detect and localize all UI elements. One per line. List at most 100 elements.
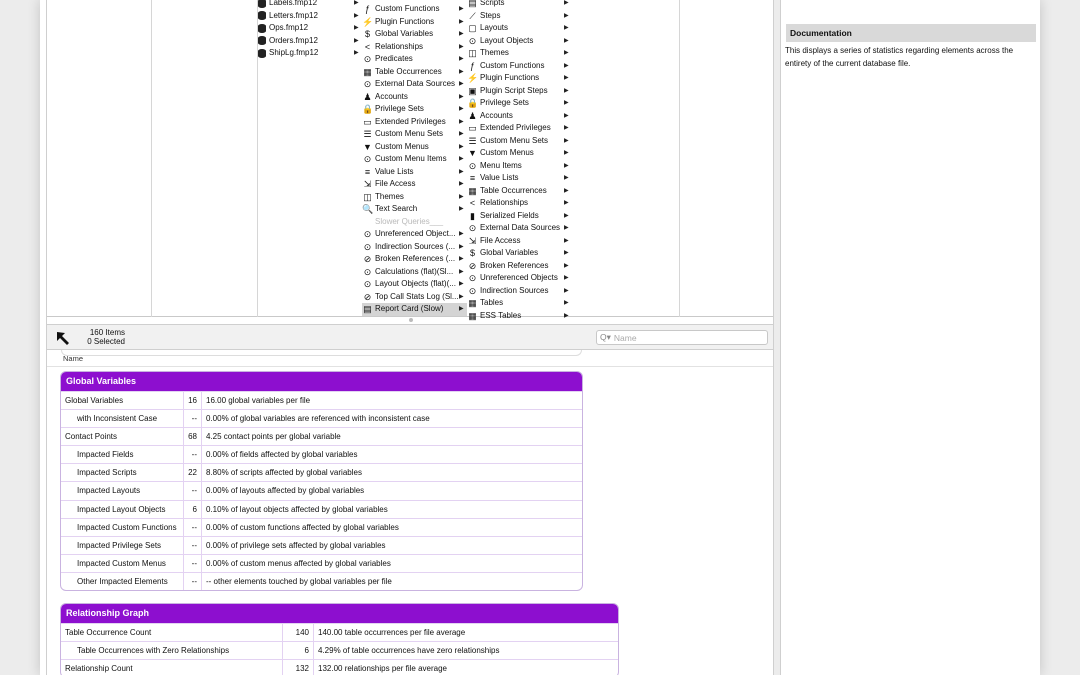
subcategory-item[interactable]: ▼ Custom Menus ▶ [467, 147, 573, 160]
list-icon: ≡ [364, 166, 371, 177]
subcategory-item[interactable]: ▦ Table Occurrences ▶ [467, 185, 573, 198]
subcategory-item[interactable]: ƒ Custom Functions ▶ [467, 60, 573, 73]
chevron-right-icon: ▶ [564, 50, 569, 56]
chevron-right-icon: ▶ [564, 137, 569, 144]
subcategory-item[interactable]: ≡ Value Lists ▶ [467, 172, 573, 185]
subcategory-item[interactable]: ⊙ External Data Sources ▶ [467, 222, 573, 235]
subcategory-item[interactable]: ▣ Plugin Script Steps ▶ [467, 85, 573, 98]
subcategory-item[interactable]: ⊙ Layout Objects ▶ [467, 35, 573, 48]
subcategory-item[interactable]: ▦ ESS Tables ▶ [467, 310, 573, 323]
subcategory-item[interactable]: ▤ Scripts ▶ [467, 0, 573, 10]
table-row: Impacted Custom Menus -- 0.00% of custom m… [61, 553, 582, 572]
subcategory-item[interactable]: ▦ Tables ▶ [467, 297, 573, 310]
documentation-title: Documentation [786, 24, 1036, 42]
subcategory-item[interactable]: ⊙ Menu Items ▶ [467, 160, 573, 173]
subcategory-item[interactable]: ⊙ Unreferenced Objects ▶ [467, 272, 573, 285]
chevron-right-icon: ▶ [564, 312, 569, 319]
metric-label: Table Occurrences with Zero Relationship… [61, 642, 283, 660]
category-item[interactable]: ⊙ Calculations (flat)(Sl... ▶ [362, 266, 467, 279]
chevron-right-icon: ▶ [459, 243, 464, 250]
category-label: Unreferenced Object... [375, 229, 456, 238]
subcategory-item[interactable]: $ Global Variables ▶ [467, 247, 573, 260]
subcategory-item[interactable]: ◫ Themes ▶ [467, 47, 573, 60]
chevron-right-icon: ▶ [564, 212, 569, 219]
category-label: Top Call Stats Log (Sl... [375, 291, 459, 301]
category-label: Accounts [375, 91, 408, 101]
subcategory-item[interactable]: ▢ Layouts ▶ [467, 22, 573, 35]
metric-description: 0.00% of privilege sets affected by glob… [206, 540, 386, 550]
metric-description: 0.00% of custom functions affected by gl… [206, 522, 399, 532]
subcategory-item[interactable]: ⟋ Steps ▶ [467, 10, 573, 23]
theme-icon: ◫ [468, 48, 477, 59]
chevron-right-icon: ▶ [459, 256, 464, 262]
subcategory-item[interactable]: ⇲ File Access ▶ [467, 235, 573, 248]
previous-section-bottom [61, 350, 582, 356]
category-item[interactable]: ◫ Themes ▶ [362, 191, 467, 204]
category-item[interactable]: ⊙ Unreferenced Object... ▶ [362, 228, 467, 241]
category-item[interactable]: ⊙ Predicates ▶ [362, 53, 467, 66]
subcategory-item[interactable]: 🔒 Privilege Sets ▶ [467, 97, 573, 110]
menu-set-icon: ☰ [468, 135, 477, 146]
table-occurrence-icon: ▦ [363, 66, 372, 77]
chevron-right-icon: ▶ [459, 306, 464, 312]
chevron-right-icon: ▶ [354, 37, 359, 44]
file-item[interactable]: ShipLg.fmp12 ▶ [258, 47, 362, 60]
category-label: Extended Privileges [375, 116, 446, 126]
file-item[interactable]: Orders.fmp12 ▶ [258, 35, 362, 48]
chevron-right-icon: ▶ [459, 231, 464, 237]
subcategory-item[interactable]: ▮ Serialized Fields ▶ [467, 210, 573, 223]
subcategory-item[interactable]: ▭ Extended Privileges ▶ [467, 122, 573, 135]
category-item[interactable]: ⊙ External Data Sources ▶ [362, 78, 467, 91]
documentation-pane: Documentation This displays a series of … [781, 0, 1040, 675]
clipped-name-label: Name [63, 354, 84, 363]
chevron-right-icon: ▶ [354, 0, 359, 6]
category-item[interactable]: 🔍 Text Search ▶ [362, 203, 467, 216]
subcategory-item[interactable]: ⚡ Plugin Functions ▶ [467, 72, 573, 85]
pane-splitter[interactable] [774, 0, 781, 675]
category-item[interactable]: ♟ Accounts ▶ [362, 91, 467, 104]
category-item[interactable]: ⇲ File Access ▶ [362, 178, 467, 191]
chevron-right-icon: ▶ [459, 156, 464, 162]
category-item[interactable]: ⊙ Custom Menu Items ▶ [362, 153, 467, 166]
circle-arrow-icon: ⊙ [468, 223, 477, 234]
chevron-right-icon: ▶ [459, 18, 464, 25]
subcategory-label: Scripts [480, 0, 505, 7]
file-item[interactable]: Labels.fmp12 ▶ [258, 0, 362, 10]
metric-value: 6 [184, 500, 202, 518]
category-item[interactable]: ▤ Report Card (Slow) ▶ [362, 303, 467, 316]
subcategory-item[interactable]: ⊘ Broken References ▶ [467, 260, 573, 273]
subcategory-item[interactable]: ♟ Accounts ▶ [467, 110, 573, 123]
category-item[interactable]: ƒ Custom Functions ▶ [362, 3, 467, 16]
category-item[interactable]: ▦ Table Occurrences ▶ [362, 66, 467, 79]
chevron-right-icon: ▶ [459, 181, 464, 187]
search-input[interactable]: Q▾ Name [596, 330, 768, 345]
subcategory-label: Themes [480, 48, 509, 57]
category-item[interactable]: ⚡ Plugin Functions ▶ [362, 16, 467, 29]
subcategory-item[interactable]: ☰ Custom Menu Sets ▶ [467, 135, 573, 148]
chevron-right-icon: ▶ [564, 75, 569, 81]
person-icon: ♟ [468, 110, 477, 121]
subcategory-item[interactable]: < Relationships ▶ [467, 197, 573, 210]
category-item[interactable]: ☰ Custom Menu Sets ▶ [362, 128, 467, 141]
category-item[interactable]: $ Global Variables ▶ [362, 28, 467, 41]
category-item[interactable]: ⊘ Top Call Stats Log (Sl... ▶ [362, 291, 467, 304]
splitter-handle[interactable] [409, 318, 413, 322]
metric-label: Impacted Custom Menus [61, 554, 184, 572]
category-item[interactable]: < Relationships ▶ [362, 41, 467, 54]
subcategory-label: Privilege Sets [480, 98, 529, 107]
category-item[interactable]: ⊙ Layout Objects (flat)(... ▶ [362, 278, 467, 291]
category-item[interactable]: 🔒 Privilege Sets ▶ [362, 103, 467, 116]
category-item[interactable]: ⊙ Indirection Sources (... ▶ [362, 241, 467, 254]
subcategory-label: Unreferenced Objects [480, 273, 558, 282]
category-item[interactable]: ▼ Custom Menus ▶ [362, 141, 467, 154]
file-item[interactable]: Letters.fmp12 ▶ [258, 10, 362, 23]
chevron-right-icon: ▶ [564, 112, 569, 119]
file-item[interactable]: Ops.fmp12 ▶ [258, 22, 362, 35]
subcategory-item[interactable]: ⊙ Indirection Sources ▶ [467, 285, 573, 298]
category-item[interactable]: ≡ Value Lists ▶ [362, 166, 467, 179]
metric-label: Impacted Fields [61, 446, 184, 464]
report-card: Name Global Variables Global Variables 16… [47, 350, 773, 675]
category-item[interactable]: ▭ Extended Privileges ▶ [362, 116, 467, 129]
arrow-pointer-icon[interactable] [54, 329, 72, 347]
category-item[interactable]: ⊘ Broken References (... ▶ [362, 253, 467, 266]
